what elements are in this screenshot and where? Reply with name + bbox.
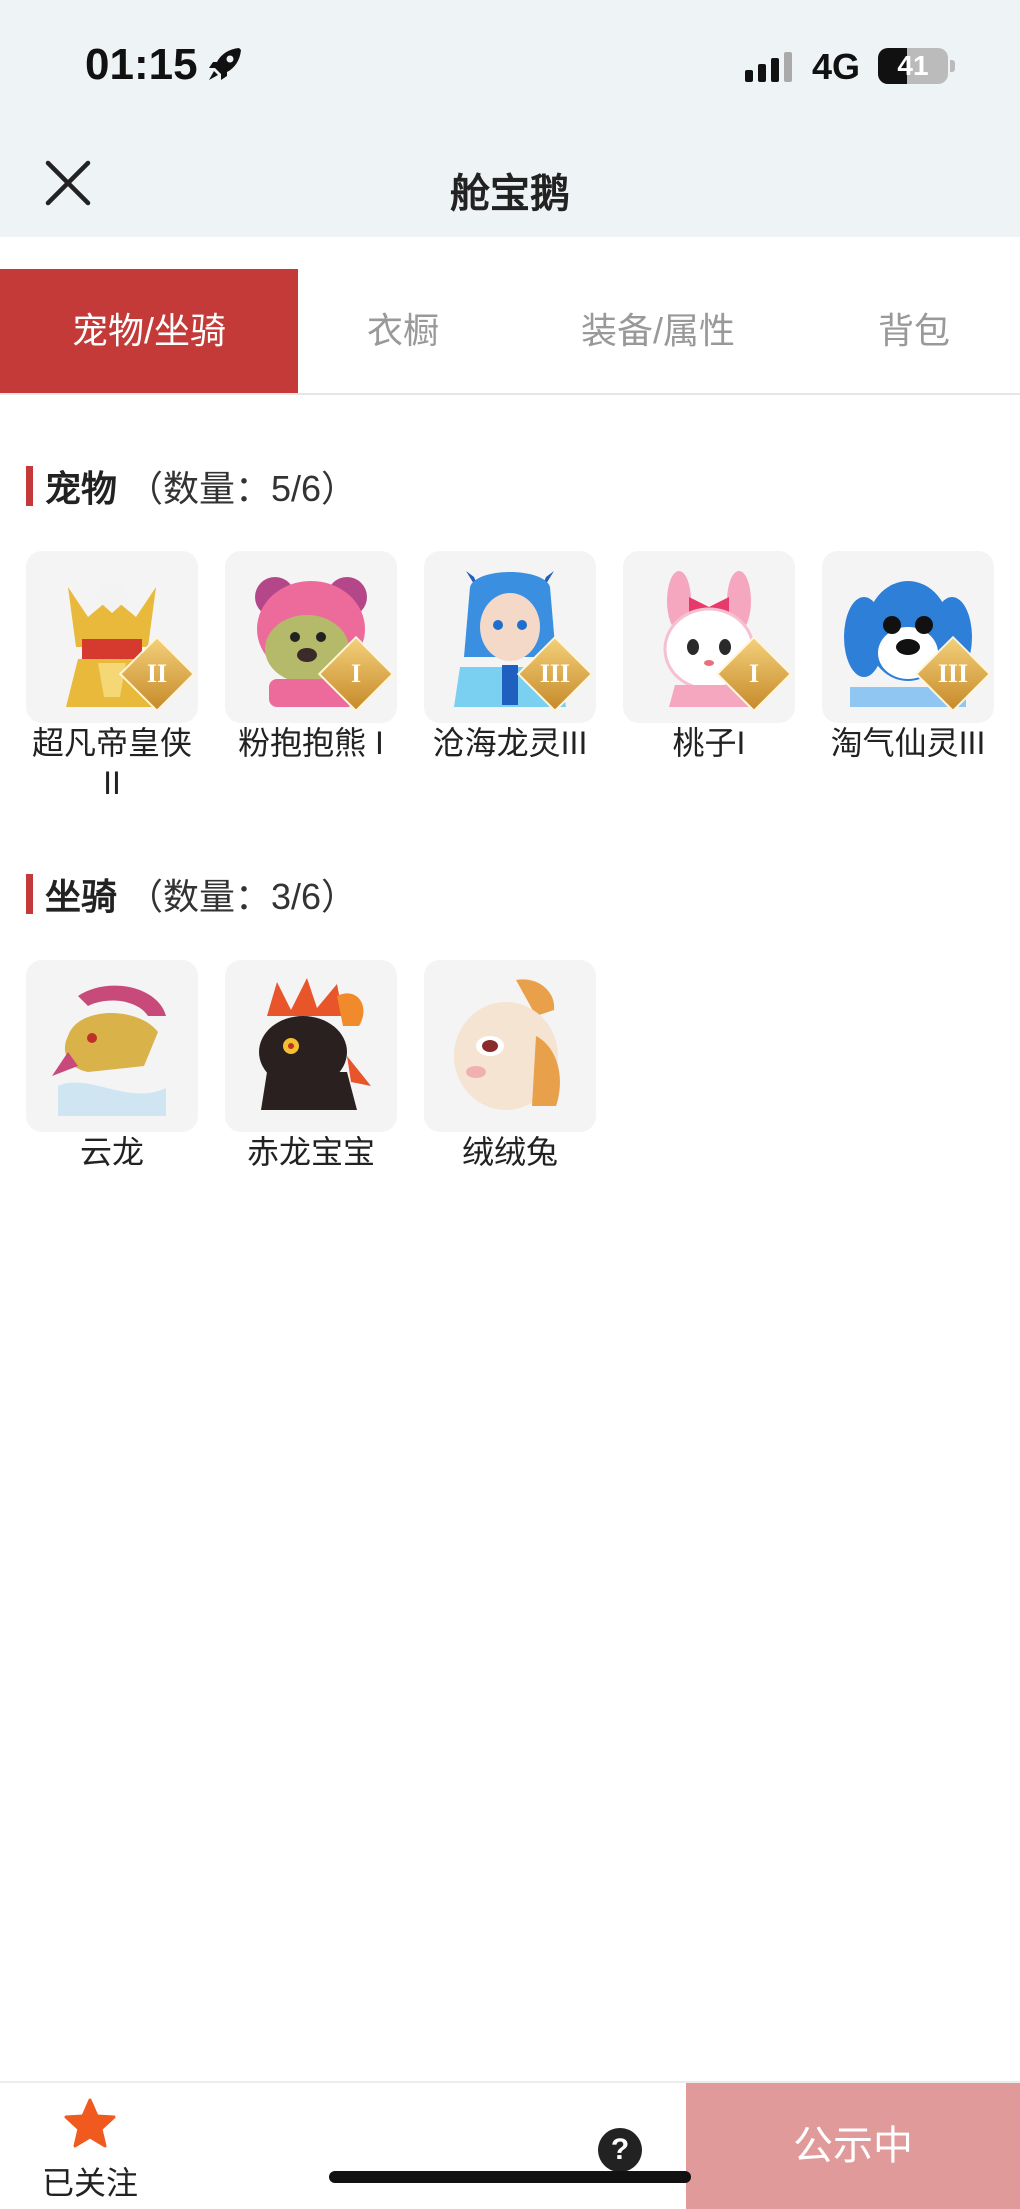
mounts-title: 坐骑 bbox=[45, 876, 118, 917]
home-indicator bbox=[329, 2171, 691, 2183]
pet-item[interactable]: II 超凡帝皇侠II bbox=[25, 551, 199, 803]
help-icon[interactable]: ? bbox=[598, 2128, 642, 2172]
battery-level: 41 bbox=[897, 50, 929, 81]
pet-item[interactable]: I 桃子I bbox=[622, 551, 796, 763]
pets-section-title: 宠物 （数量：5/6） bbox=[26, 463, 357, 509]
bottom-bar: 已关注 ? 公示中 bbox=[0, 2081, 1020, 2209]
section-accent-bar bbox=[26, 874, 33, 914]
tab-pets-mounts[interactable]: 宠物/坐骑 bbox=[0, 269, 298, 393]
pet-thumbnail: III bbox=[822, 551, 994, 723]
mount-item[interactable]: 赤龙宝宝 bbox=[224, 960, 398, 1172]
mount-item[interactable]: 云龙 bbox=[25, 960, 199, 1172]
status-bar: 01:15 4G 41 bbox=[0, 0, 1020, 135]
mount-name: 云龙 bbox=[79, 1134, 144, 1170]
mount-item[interactable]: 绒绒兔 bbox=[423, 960, 597, 1172]
nav-bar: 舱宝鹅 bbox=[0, 135, 1020, 237]
status-time: 01:15 bbox=[85, 40, 198, 89]
pet-name: 淘气仙灵III bbox=[830, 725, 986, 761]
tab-bar: 宠物/坐骑 衣橱 装备/属性 背包 bbox=[0, 269, 1020, 395]
red-dragon-baby-icon bbox=[259, 978, 371, 1110]
mount-thumbnail bbox=[26, 960, 198, 1132]
star-icon bbox=[64, 2098, 116, 2148]
battery-icon: 41 bbox=[878, 48, 948, 84]
mounts-section-title: 坐骑 （数量：3/6） bbox=[26, 871, 357, 917]
follow-label: 已关注 bbox=[41, 2165, 138, 2201]
pet-name: 粉抱抱熊 I bbox=[238, 725, 384, 761]
pet-thumbnail: II bbox=[26, 551, 198, 723]
mount-name: 赤龙宝宝 bbox=[246, 1134, 375, 1170]
mount-name: 绒绒兔 bbox=[461, 1134, 558, 1170]
signal-strength-icon bbox=[745, 52, 792, 82]
pet-item[interactable]: III 沧海龙灵III bbox=[423, 551, 597, 763]
mount-thumbnail bbox=[424, 960, 596, 1132]
tab-wardrobe[interactable]: 衣橱 bbox=[298, 269, 508, 393]
pet-item[interactable]: I 粉抱抱熊 I bbox=[224, 551, 398, 763]
fluffy-rabbit-icon bbox=[454, 979, 560, 1110]
pet-name: 沧海龙灵III bbox=[432, 725, 588, 761]
pet-name: 桃子I bbox=[672, 725, 746, 761]
pet-thumbnail: III bbox=[424, 551, 596, 723]
page-title: 舱宝鹅 bbox=[450, 172, 570, 216]
pets-count: （数量：5/6） bbox=[127, 468, 358, 509]
pet-thumbnail: I bbox=[225, 551, 397, 723]
cloud-dragon-icon bbox=[52, 985, 166, 1116]
pet-item[interactable]: III 淘气仙灵III bbox=[821, 551, 995, 763]
mounts-count: （数量：3/6） bbox=[127, 876, 358, 917]
tab-equipment-attributes[interactable]: 装备/属性 bbox=[508, 269, 808, 393]
public-notice-button[interactable]: 公示中 bbox=[686, 2083, 1020, 2209]
follow-button[interactable]: 已关注 bbox=[40, 2097, 140, 2204]
mount-thumbnail bbox=[225, 960, 397, 1132]
pet-thumbnail: I bbox=[623, 551, 795, 723]
pet-name: 超凡帝皇侠II bbox=[31, 725, 192, 801]
battery-tip bbox=[950, 60, 955, 72]
network-type: 4G bbox=[812, 46, 861, 87]
pets-title: 宠物 bbox=[45, 468, 118, 509]
rocket-icon bbox=[209, 48, 241, 80]
section-accent-bar bbox=[26, 466, 33, 506]
tab-backpack[interactable]: 背包 bbox=[808, 269, 1020, 393]
